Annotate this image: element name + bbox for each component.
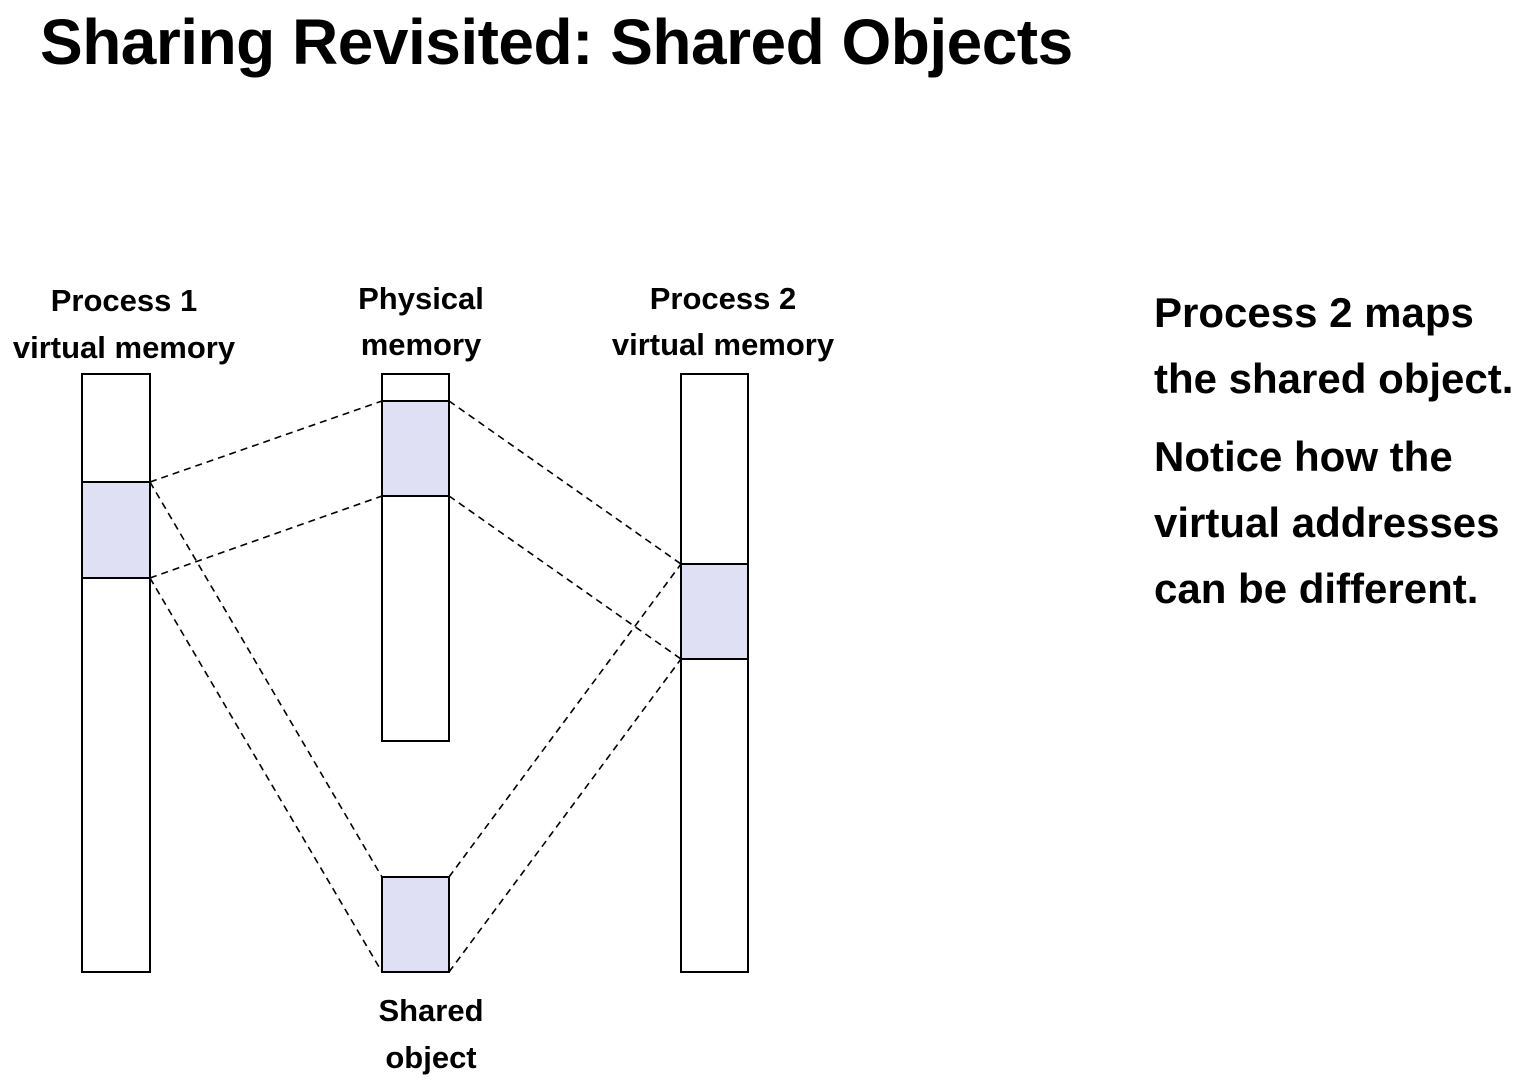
mapping-line-p1-object-top (149, 481, 383, 878)
explanation-paragraph-1: Process 2 maps the shared object. (1154, 289, 1514, 402)
process1-shared-region (81, 481, 151, 579)
shared-object-label-line1: Shared (378, 993, 483, 1028)
mapping-line-object-p2-top (448, 563, 682, 878)
process1-memory-column (81, 373, 151, 973)
physical-shared-region (381, 400, 450, 497)
shared-object-box (381, 876, 450, 973)
process2-label-line2: virtual memory (612, 327, 835, 362)
mapping-line-p1-physical-bottom (149, 495, 383, 579)
process2-shared-region (680, 563, 749, 660)
process1-label-line2: virtual memory (13, 330, 236, 365)
explanation-paragraph-2: Notice how the virtual addresses can be … (1154, 433, 1500, 612)
mapping-line-physical-p2-top (448, 400, 682, 565)
mapping-line-p1-physical-top (149, 400, 383, 483)
shared-object-label-line2: object (385, 1040, 476, 1075)
mapping-line-object-p2-bottom (448, 658, 682, 973)
process2-memory-column (680, 373, 749, 973)
physical-memory-label-line2: memory (361, 327, 482, 362)
explanation-text: Process 2 maps the shared object. Notice… (1154, 280, 1520, 634)
process2-label-line1: Process 2 (650, 281, 797, 316)
physical-memory-label-line1: Physical (358, 281, 484, 316)
mapping-line-physical-p2-bottom (448, 495, 682, 660)
process1-label-line1: Process 1 (51, 283, 198, 318)
mapping-line-p1-object-bottom (149, 577, 383, 973)
